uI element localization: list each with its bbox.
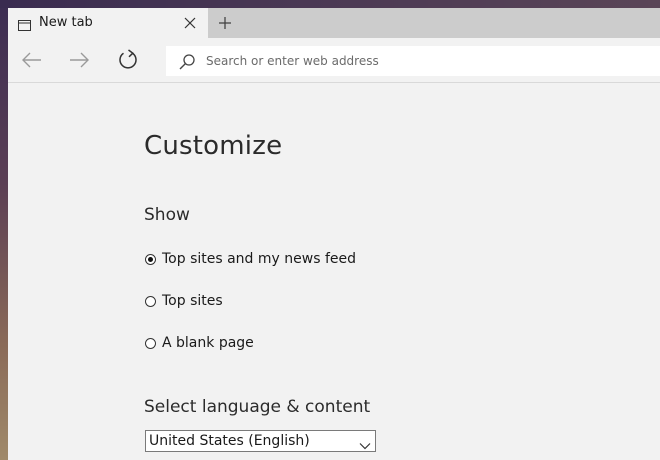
search-icon: [178, 53, 196, 71]
radio-button[interactable]: [145, 337, 156, 349]
back-button[interactable]: [20, 48, 44, 72]
forward-button[interactable]: [67, 48, 91, 72]
refresh-button[interactable]: [116, 48, 140, 72]
customize-panel: Customize Show Top sites and my news fee…: [8, 83, 660, 460]
radio-label: Top sites: [162, 293, 223, 309]
desktop-wallpaper-top: [0, 0, 660, 8]
plus-icon: [218, 15, 232, 29]
arrow-right-icon: [67, 52, 91, 76]
tab-page-icon: [18, 16, 31, 31]
tab-title: New tab: [39, 15, 93, 30]
radio-label: A blank page: [162, 335, 254, 351]
address-input[interactable]: [206, 51, 646, 71]
close-icon[interactable]: [182, 15, 198, 31]
navigation-bar: [8, 38, 660, 83]
language-heading: Select language & content: [144, 397, 371, 417]
new-tab-button[interactable]: [208, 8, 242, 38]
option-top-sites-and-news-feed[interactable]: Top sites and my news feed: [145, 249, 356, 269]
language-select-value: United States (English): [149, 433, 310, 449]
radio-label: Top sites and my news feed: [162, 251, 356, 267]
tab-new-tab[interactable]: New tab: [8, 8, 208, 38]
option-top-sites[interactable]: Top sites: [145, 291, 223, 311]
chevron-down-icon: [359, 436, 371, 450]
arrow-left-icon: [20, 52, 44, 76]
language-select[interactable]: United States (English): [145, 430, 376, 452]
option-blank-page[interactable]: A blank page: [145, 333, 254, 353]
refresh-icon: [116, 49, 140, 76]
browser-window: New tab Search or enter web address Cust…: [8, 8, 660, 460]
radio-button[interactable]: [145, 295, 156, 307]
tab-strip: New tab: [8, 8, 660, 38]
address-bar[interactable]: [166, 46, 660, 76]
page-title: Customize: [144, 131, 283, 161]
show-heading: Show: [144, 205, 190, 225]
radio-button-checked[interactable]: [145, 253, 156, 265]
desktop-wallpaper: [0, 0, 8, 460]
